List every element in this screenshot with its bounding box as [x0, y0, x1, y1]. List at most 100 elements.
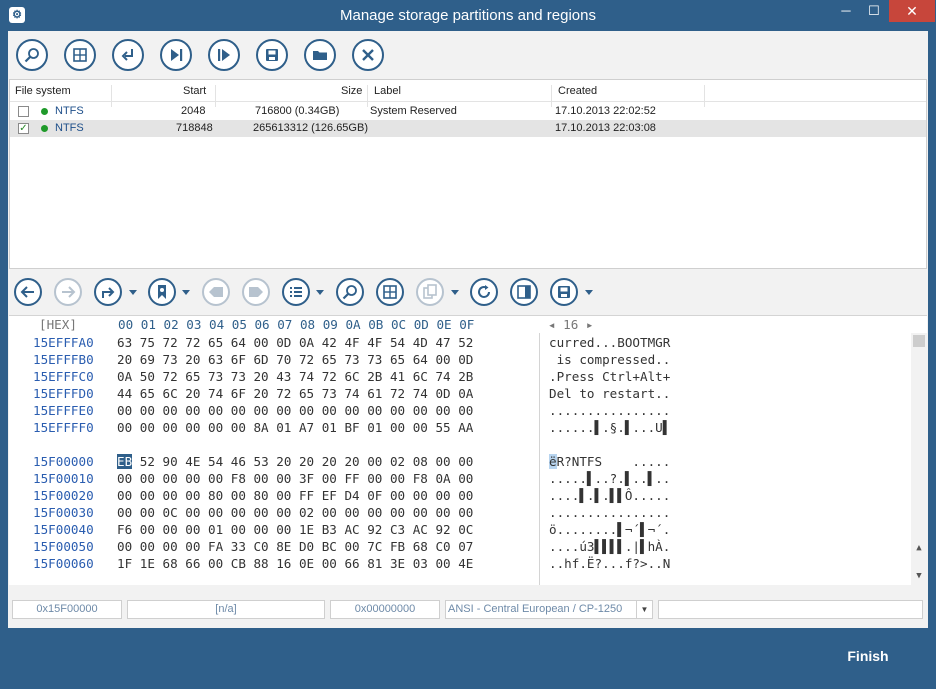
partition-checkbox-checked[interactable]: ✓ [18, 123, 29, 134]
hex-ascii[interactable]: ................ [549, 504, 670, 521]
chevron-down-icon[interactable]: ▼ [636, 601, 652, 618]
hex-bytes[interactable]: 00 00 00 00 00 F8 00 00 3F 00 FF 00 00 F… [117, 470, 473, 487]
hex-ascii[interactable]: .Press Ctrl+Alt+ [549, 368, 670, 385]
hex-ascii[interactable]: is compressed.. [549, 351, 671, 368]
hex-view[interactable]: [HEX] 00 01 02 03 04 05 06 07 08 09 0A 0… [9, 315, 927, 585]
panel-toggle-button[interactable] [510, 278, 538, 306]
scrollbar-thumb[interactable] [913, 335, 925, 347]
hex-bytes[interactable]: 44 65 6C 20 74 6F 20 72 65 73 74 61 72 7… [117, 385, 473, 402]
ascii-cursor-char[interactable]: ë [549, 454, 557, 469]
save-region-button[interactable] [550, 278, 578, 306]
column-size[interactable]: Size [341, 85, 362, 97]
next-partition-button[interactable] [160, 39, 192, 71]
ascii-rest[interactable]: R?NTFS ..... [557, 454, 671, 469]
magnifier-icon [342, 285, 357, 300]
partition-start: 2048 [181, 105, 206, 117]
scan-button[interactable] [16, 39, 48, 71]
find-button[interactable] [336, 278, 364, 306]
list-icon [290, 287, 302, 297]
prev-bookmark-button[interactable] [202, 278, 230, 306]
grid-icon [383, 285, 397, 299]
bytes-per-row-selector[interactable]: ◂ 16 ▸ [548, 316, 594, 333]
regions-map-button[interactable] [376, 278, 404, 306]
partition-list-header: File system Start Size Label Created [10, 80, 926, 107]
hex-cursor-byte[interactable]: EB [117, 454, 133, 469]
hex-ascii[interactable]: Del to restart.. [549, 385, 670, 402]
hex-bytes[interactable]: 00 00 00 00 FA 33 C0 8E D0 BC 00 7C FB 6… [117, 538, 473, 555]
column-start[interactable]: Start [183, 85, 206, 97]
partition-row[interactable]: NTFS 2048 716800 (0.34GB) System Reserve… [10, 103, 926, 120]
hex-bytes[interactable]: 63 75 72 72 65 64 00 0D 0A 42 4F 4F 54 4… [117, 334, 473, 351]
save-button[interactable] [256, 39, 288, 71]
hex-mode-label[interactable]: [HEX] [39, 316, 77, 333]
column-created[interactable]: Created [558, 85, 597, 97]
hex-ascii[interactable]: ......▌.§.▌...U▌ [549, 419, 670, 436]
column-file-system[interactable]: File system [15, 85, 71, 97]
back-button[interactable] [14, 278, 42, 306]
hex-bytes[interactable]: 00 00 00 00 80 00 80 00 FF EF D4 0F 00 0… [117, 487, 473, 504]
hex-bytes[interactable]: 20 69 73 20 63 6F 6D 70 72 65 73 73 65 6… [117, 351, 473, 368]
partition-start: 718848 [176, 122, 213, 134]
refresh-button[interactable] [470, 278, 498, 306]
refresh-icon [478, 285, 490, 298]
column-label[interactable]: Label [374, 85, 401, 97]
go-to-start-button[interactable] [112, 39, 144, 71]
forward-button[interactable] [54, 278, 82, 306]
finish-button[interactable]: Finish [828, 645, 908, 667]
next-bookmark-button[interactable] [242, 278, 270, 306]
minimize-button[interactable]: ─ [832, 0, 860, 22]
view-list-button[interactable] [282, 278, 310, 306]
encoding-select[interactable]: ANSI - Central European / CP-1250 ▼ [445, 600, 653, 619]
hex-bytes[interactable]: 1F 1E 68 66 00 CB 88 16 0E 00 66 81 3E 0… [117, 555, 473, 572]
offset-field[interactable]: 0x15F00000 [12, 600, 122, 619]
regions-button[interactable] [64, 39, 96, 71]
hex-ascii[interactable]: curred...BOOTMGR [549, 334, 670, 351]
hex-line: 15EFFFB0 20 69 73 20 63 6F 6D 70 72 65 7… [9, 351, 909, 368]
position-field[interactable]: 0x00000000 [330, 600, 440, 619]
play-region-button[interactable] [208, 39, 240, 71]
hex-ascii[interactable]: ....ú3▌▌▌▌.|▌hÀ. [549, 538, 670, 555]
hex-line: 15EFFFA0 63 75 72 72 65 64 00 0D 0A 42 4… [9, 334, 909, 351]
extra-field[interactable] [658, 600, 923, 619]
hex-bytes[interactable]: 00 00 00 00 00 00 00 00 00 00 00 00 00 0… [117, 402, 473, 419]
hex-address: 15EFFFD0 [33, 386, 94, 401]
hex-ascii[interactable]: ö........▌¬´▌¬´. [549, 521, 670, 538]
redirect-arrow-icon [102, 287, 115, 298]
go-to-dropdown-icon[interactable] [129, 290, 137, 295]
hex-column-header: 00 01 02 03 04 05 06 07 08 09 0A 0B 0C 0… [118, 317, 475, 332]
partition-row-selected[interactable]: ✓ NTFS 718848 265613312 (126.65GB) 17.10… [10, 120, 926, 137]
hex-scrollbar[interactable]: ▲ ▼ [911, 333, 927, 585]
hex-bytes[interactable]: EB 52 90 4E 54 46 53 20 20 20 20 00 02 0… [117, 453, 473, 470]
hex-bytes[interactable]: 00 00 00 00 00 00 8A 01 A7 01 BF 01 00 0… [117, 419, 473, 436]
bookmark-button[interactable] [148, 278, 176, 306]
hex-ascii[interactable]: ëR?NTFS ..... [549, 453, 670, 470]
save-dropdown-icon[interactable] [585, 290, 593, 295]
hex-bytes-rest[interactable]: 52 90 4E 54 46 53 20 20 20 20 00 02 08 0… [132, 454, 474, 469]
partition-checkbox[interactable] [18, 106, 29, 117]
hex-bytes[interactable]: 00 00 0C 00 00 00 00 00 02 00 00 00 00 0… [117, 504, 473, 521]
hex-address: 15F00040 [33, 522, 94, 537]
scroll-down-icon[interactable]: ▼ [911, 571, 927, 581]
hex-ascii[interactable]: .....▌..?.▌..▌.. [549, 470, 670, 487]
bookmark-dropdown-icon[interactable] [182, 290, 190, 295]
maximize-button[interactable]: ☐ [860, 0, 888, 22]
hex-ascii[interactable]: ....▌.▌.▌▌Ô..... [549, 487, 670, 504]
copy-button[interactable] [416, 278, 444, 306]
partition-size: 716800 (0.34GB) [255, 105, 340, 117]
hex-ascii[interactable]: ................ [549, 402, 670, 419]
scroll-up-icon[interactable]: ▲ [911, 543, 927, 553]
play-bar-icon [218, 49, 230, 61]
hex-bytes[interactable]: F6 00 00 00 01 00 00 00 1E B3 AC 92 C3 A… [117, 521, 473, 538]
go-to-button[interactable] [94, 278, 122, 306]
hex-ascii[interactable]: ..hf.Ë?...f?>..N [549, 555, 670, 572]
close-window-button[interactable]: ✕ [889, 0, 935, 22]
remove-button[interactable] [352, 39, 384, 71]
partition-created: 17.10.2013 22:03:08 [555, 122, 656, 134]
value-field[interactable]: [n/a] [127, 600, 325, 619]
hex-address: 15F00030 [33, 505, 94, 520]
view-dropdown-icon[interactable] [316, 290, 324, 295]
open-button[interactable] [304, 39, 336, 71]
hex-bytes[interactable]: 0A 50 72 65 73 73 20 43 74 72 6C 2B 41 6… [117, 368, 473, 385]
hex-address: 15EFFFE0 [33, 403, 94, 418]
copy-dropdown-icon[interactable] [451, 290, 459, 295]
